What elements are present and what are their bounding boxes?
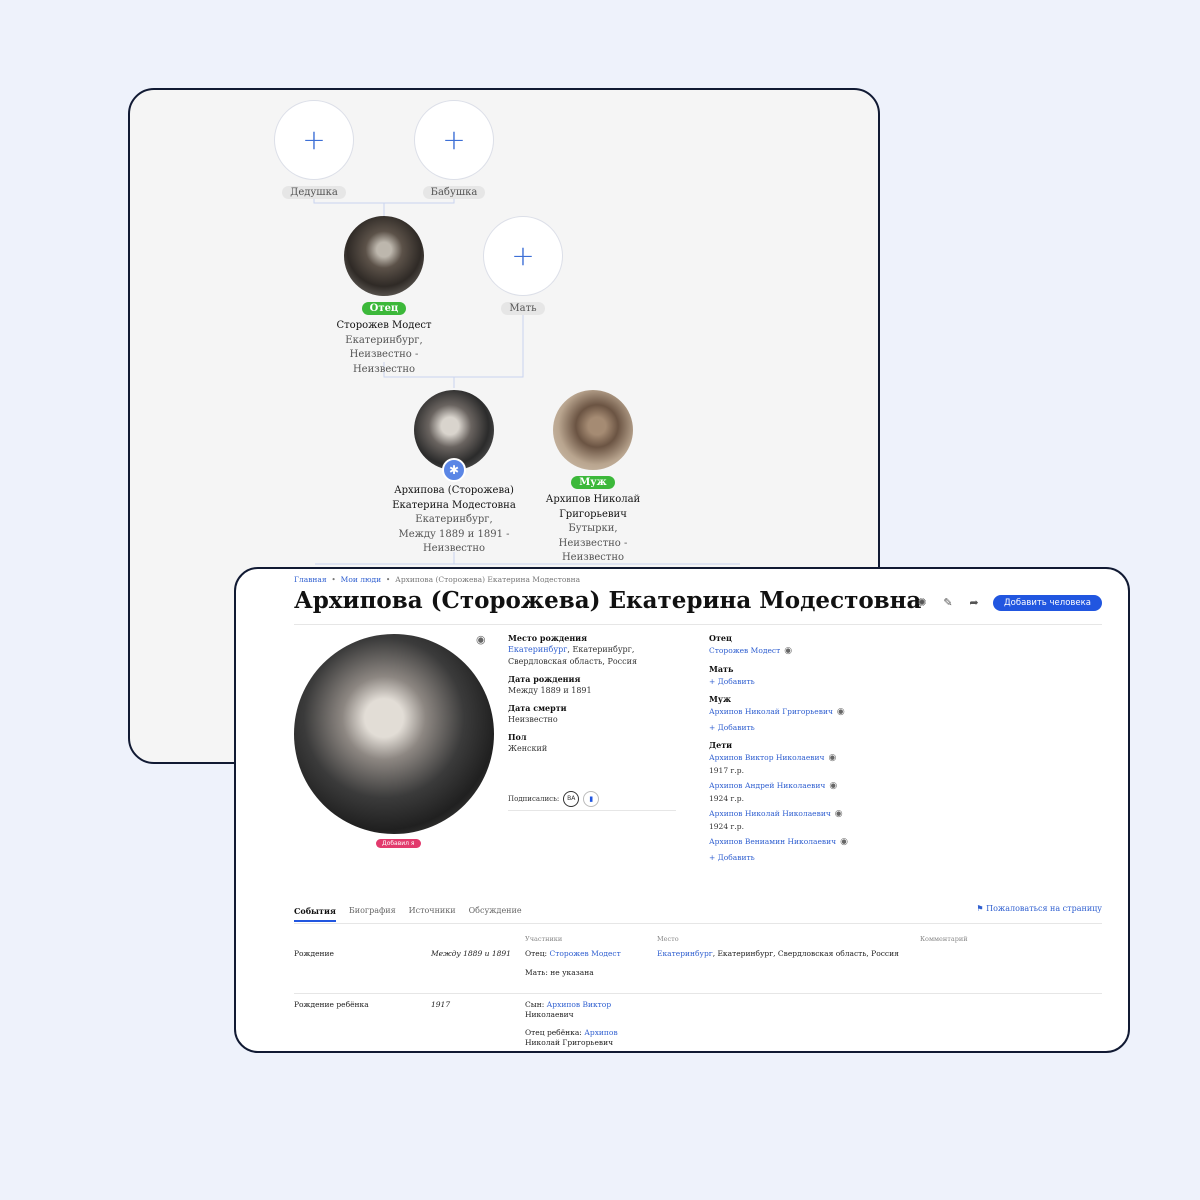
add-grandfather-button[interactable]: + <box>274 100 354 180</box>
tab-biography[interactable]: Биография <box>349 906 396 922</box>
eye-icon[interactable]: ◉ <box>840 837 848 847</box>
child-link[interactable]: Архипов Андрей Николаевич <box>709 781 825 790</box>
father-link[interactable]: Сторожев Модест <box>709 646 780 655</box>
event-participant: Мать: не указана <box>525 968 594 977</box>
tree-node-father[interactable]: Отец Сторожев Модест Екатеринбург, Неизв… <box>304 216 464 377</box>
divider <box>294 923 1102 924</box>
plus-icon: + <box>442 123 466 156</box>
facts-column: Место рождения Екатеринбург, Екатеринбур… <box>508 633 678 761</box>
col-header-comment: Комментарий <box>920 935 968 943</box>
add-mother-link[interactable]: + Добавить <box>709 677 755 686</box>
event-participant-link[interactable]: Николаевич <box>525 1010 574 1020</box>
page-title: Архипова (Сторожева) Екатерина Модестовн… <box>294 587 922 614</box>
divider <box>294 624 1102 625</box>
avatar[interactable]: ВА <box>563 791 580 807</box>
role-chip: Мать <box>501 302 545 315</box>
person-name: Сторожев Модест <box>336 320 432 331</box>
event-participant: Сын: Архипов Виктор <box>525 1000 612 1009</box>
toolbar: ✺ ✎ ➦ Добавить человека <box>915 595 1102 611</box>
breadcrumb-current: Архипова (Сторожева) Екатерина Модестовн… <box>395 575 581 584</box>
eye-icon[interactable]: ◉ <box>828 753 836 763</box>
subscribers: Подписались: ВА ▮ <box>508 791 600 807</box>
tab-events[interactable]: События <box>294 906 336 922</box>
death-date: Неизвестно <box>508 715 558 724</box>
husband-link[interactable]: Архипов Николай Григорьевич <box>709 707 833 716</box>
add-grandmother-button[interactable]: + <box>414 100 494 180</box>
col-header-participants: Участники <box>525 935 563 943</box>
role-chip: Дедушка <box>282 186 346 199</box>
tab-sources[interactable]: Источники <box>409 906 456 922</box>
added-by-badge: Добавил я <box>376 839 421 848</box>
event-date: 1917 <box>431 1000 451 1009</box>
self-photo[interactable]: ✱ <box>414 390 494 482</box>
child-link[interactable]: Архипов Виктор Николаевич <box>709 753 824 762</box>
tab-discussion[interactable]: Обсуждение <box>469 906 522 922</box>
add-mother-button[interactable]: + <box>483 216 563 296</box>
profile-portrait[interactable] <box>294 634 494 834</box>
share-icon[interactable]: ➦ <box>967 596 981 610</box>
edit-icon[interactable]: ✎ <box>941 596 955 610</box>
tree-node-grandmother[interactable]: + Бабушка <box>374 100 534 199</box>
add-spouse-link[interactable]: + Добавить <box>709 723 755 732</box>
plus-icon: + <box>302 123 326 156</box>
child-link[interactable]: Архипов Николай Николаевич <box>709 809 831 818</box>
breadcrumb: Главная • Мои люди • Архипова (Сторожева… <box>294 575 581 584</box>
event-participant: Отец: Сторожев Модест <box>525 949 621 958</box>
eye-icon[interactable]: ◉ <box>837 707 845 717</box>
add-person-button[interactable]: Добавить человека <box>993 595 1102 611</box>
tree-icon: ✱ <box>442 458 466 482</box>
sex-value: Женский <box>508 744 548 753</box>
event-date: Между 1889 и 1891 <box>431 949 511 958</box>
person-name: Архипова (Сторожева) <box>394 485 514 496</box>
role-chip: Отец <box>361 302 407 315</box>
profile-panel: Главная • Мои люди • Архипова (Сторожева… <box>234 567 1130 1053</box>
event-type: Рождение <box>294 949 334 958</box>
breadcrumb-home[interactable]: Главная <box>294 575 327 584</box>
birth-date: Между 1889 и 1891 <box>508 686 592 695</box>
eye-icon[interactable]: ◉ <box>829 781 837 791</box>
event-place: Екатеринбург, Екатеринбург, Свердловская… <box>657 949 899 958</box>
bookmark-icon[interactable]: ▮ <box>583 791 600 807</box>
role-chip: Муж <box>571 476 615 489</box>
tree-view-icon[interactable]: ✺ <box>915 596 929 610</box>
event-type: Рождение ребёнка <box>294 1000 369 1009</box>
child-link[interactable]: Архипов Вениамин Николаевич <box>709 837 836 846</box>
father-photo[interactable] <box>344 216 424 296</box>
eye-icon[interactable]: ◉ <box>476 633 486 646</box>
tree-node-self[interactable]: ✱ Архипова (Сторожева) Екатерина Модесто… <box>374 390 534 557</box>
birth-place-link[interactable]: Екатеринбург <box>508 645 567 654</box>
tree-node-husband[interactable]: Муж Архипов Николай Григорьевич Бутырки,… <box>513 390 673 566</box>
plus-icon: + <box>511 239 535 272</box>
breadcrumb-people[interactable]: Мои люди <box>341 575 382 584</box>
divider <box>294 993 1102 994</box>
husband-photo[interactable] <box>553 390 633 470</box>
add-child-link[interactable]: + Добавить <box>709 853 755 862</box>
eye-icon[interactable]: ◉ <box>835 809 843 819</box>
report-page-link[interactable]: ⚑ Пожаловаться на страницу <box>976 904 1102 913</box>
event-participant-link[interactable]: Николай Григорьевич <box>525 1038 613 1048</box>
eye-icon[interactable]: ◉ <box>784 646 792 656</box>
relatives-column: Отец Сторожев Модест ◉ Мать + Добавить Му… <box>709 633 848 862</box>
tree-node-mother[interactable]: + Мать <box>443 216 603 315</box>
event-participant: Отец ребёнка: Архипов <box>525 1028 618 1037</box>
col-header-place: Место <box>657 935 679 943</box>
tree-node-grandfather[interactable]: + Дедушка <box>234 100 394 199</box>
tabs: События Биография Источники Обсуждение <box>294 906 522 922</box>
role-chip: Бабушка <box>422 186 486 199</box>
person-name: Архипов Николай <box>545 494 641 505</box>
flag-icon: ⚑ <box>976 904 984 913</box>
divider <box>508 810 676 811</box>
